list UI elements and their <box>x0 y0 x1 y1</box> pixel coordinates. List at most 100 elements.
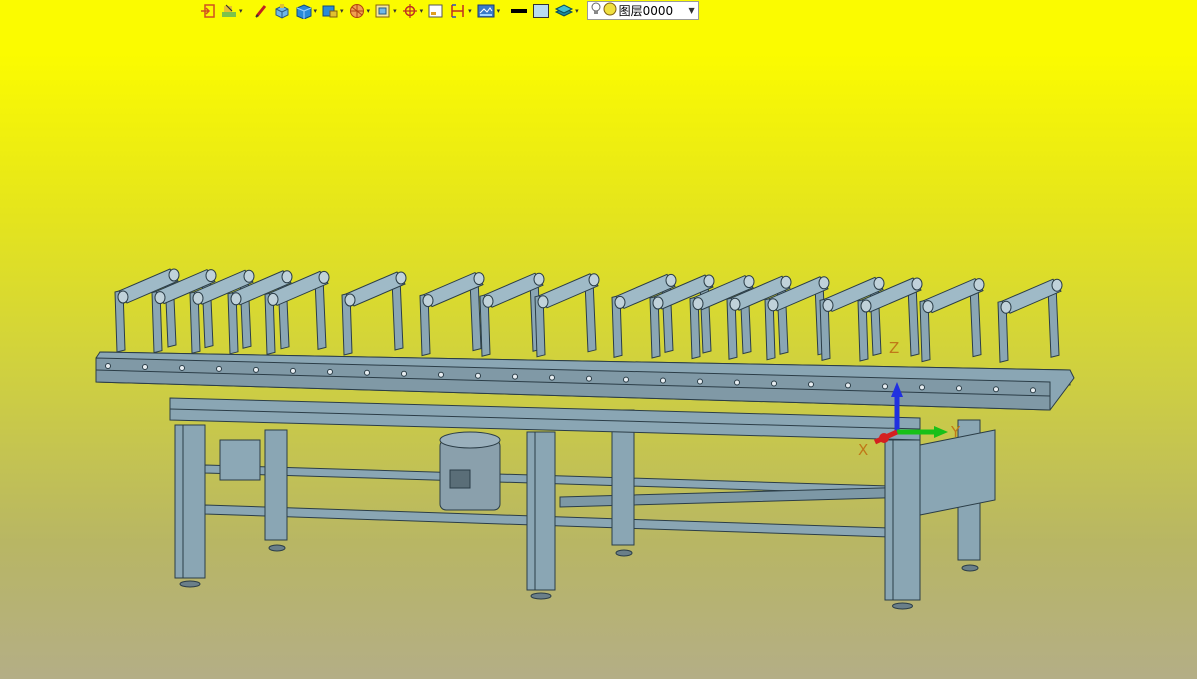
roller-end <box>422 294 434 308</box>
sphere-button[interactable]: ▾ <box>346 1 373 21</box>
extrude-button[interactable] <box>271 1 293 21</box>
x-axis-arrow <box>879 433 889 443</box>
dimension-button[interactable]: ▾ <box>447 1 474 21</box>
actuator <box>219 439 261 481</box>
layer-stack-button[interactable]: ▾ <box>552 1 581 21</box>
layer-stack-icon <box>554 3 574 19</box>
layer-name: 图层0000 <box>618 4 674 18</box>
roller-end <box>822 298 834 312</box>
dropdown-arrow-icon: ▾ <box>366 6 371 15</box>
bolt <box>845 382 851 389</box>
roller-end <box>168 268 180 282</box>
leveling-foot <box>530 592 552 600</box>
bolt <box>993 386 999 393</box>
roller-end <box>154 291 166 305</box>
roller-end <box>318 270 330 284</box>
roller-end <box>911 277 923 291</box>
roller-end <box>117 290 129 304</box>
bolt <box>956 385 962 392</box>
bolt <box>105 363 111 369</box>
surface-button[interactable]: ▾ <box>319 1 346 21</box>
roller-end <box>192 291 204 305</box>
dropdown-arrow-icon: ▾ <box>340 6 344 15</box>
sphere-icon <box>348 3 366 19</box>
x-axis-label: X <box>858 441 868 459</box>
bolt <box>253 366 259 373</box>
roller-end <box>860 299 872 313</box>
bolt <box>586 375 592 382</box>
bolt <box>364 369 370 376</box>
roller-end <box>818 276 830 290</box>
lightbulb-icon <box>591 2 601 19</box>
solid-box-icon <box>295 3 313 19</box>
dropdown-arrow-icon: ▾ <box>419 6 424 15</box>
leveling-foot <box>892 602 913 610</box>
brush-button[interactable] <box>251 1 271 21</box>
roller-end <box>743 275 755 289</box>
bolt <box>882 383 888 390</box>
roller-end <box>665 273 677 287</box>
roller-end <box>533 272 545 286</box>
bolt <box>697 378 703 385</box>
leveling-foot <box>179 580 201 588</box>
side-panel <box>919 429 996 516</box>
roller-end <box>922 300 934 314</box>
roller-end <box>230 292 242 306</box>
frame-leg <box>526 431 556 591</box>
bolt <box>549 374 555 381</box>
dropdown-arrow-icon: ▾ <box>393 6 397 15</box>
frame-leg <box>174 424 206 579</box>
roller-end <box>537 295 549 309</box>
roller-end <box>1000 300 1012 314</box>
dropdown-arrow-icon: ▾ <box>239 6 243 15</box>
bolt <box>734 379 740 386</box>
dropdown-arrow-icon: ▾ <box>575 6 579 15</box>
leveling-foot <box>615 549 633 557</box>
exit-sketch-button[interactable] <box>198 1 218 21</box>
point-button[interactable]: ▾ <box>399 1 426 21</box>
dropdown-arrow-icon: ▾ <box>496 6 501 15</box>
line-color-button[interactable] <box>508 1 530 21</box>
dropdown-arrow-icon: ▾ <box>313 6 318 15</box>
chevron-down-icon: ▼ <box>688 6 695 15</box>
motor-box <box>449 469 471 489</box>
roller-end <box>614 295 626 309</box>
bolt <box>1030 387 1036 394</box>
z-axis-label: Z <box>889 339 899 357</box>
roller-end <box>692 297 704 311</box>
bolt <box>401 370 407 377</box>
roller-end <box>267 292 279 306</box>
extrude-icon <box>273 3 291 19</box>
layer-select[interactable]: 图层0000 ▼ <box>586 1 699 20</box>
datum-plane-button[interactable] <box>425 1 447 21</box>
fill-color-icon <box>532 3 550 19</box>
frame-button[interactable]: ▾ <box>372 1 399 21</box>
dropdown-arrow-icon: ▾ <box>468 6 472 15</box>
render-mode-button[interactable]: ▾ <box>474 1 503 21</box>
bolt <box>179 364 185 371</box>
sketch-tools-icon <box>220 3 238 19</box>
sketch-tools-button[interactable]: ▾ <box>218 1 245 21</box>
roller-end <box>344 293 356 307</box>
bolt <box>142 363 148 370</box>
3d-viewport[interactable]: Z X Y <box>0 22 1197 679</box>
bolt <box>216 365 222 372</box>
bolt <box>327 368 333 375</box>
solid-box-button[interactable]: ▾ <box>293 1 320 21</box>
render-mode-icon <box>476 3 496 19</box>
roller-end <box>482 294 494 308</box>
roller-end <box>473 272 485 286</box>
conveyor-model: Z X Y <box>95 268 1075 610</box>
line-color-icon <box>510 3 528 19</box>
roller-end <box>780 275 792 289</box>
fill-color-button[interactable] <box>530 1 552 21</box>
roller-end <box>395 271 407 285</box>
bolt <box>290 367 296 374</box>
roller-end <box>973 278 985 292</box>
roller-end <box>652 296 664 310</box>
bolt <box>919 384 925 391</box>
roller-end <box>873 276 885 290</box>
leveling-foot <box>961 564 979 572</box>
layer-color-icon <box>603 2 617 19</box>
y-axis-label: Y <box>950 423 961 441</box>
